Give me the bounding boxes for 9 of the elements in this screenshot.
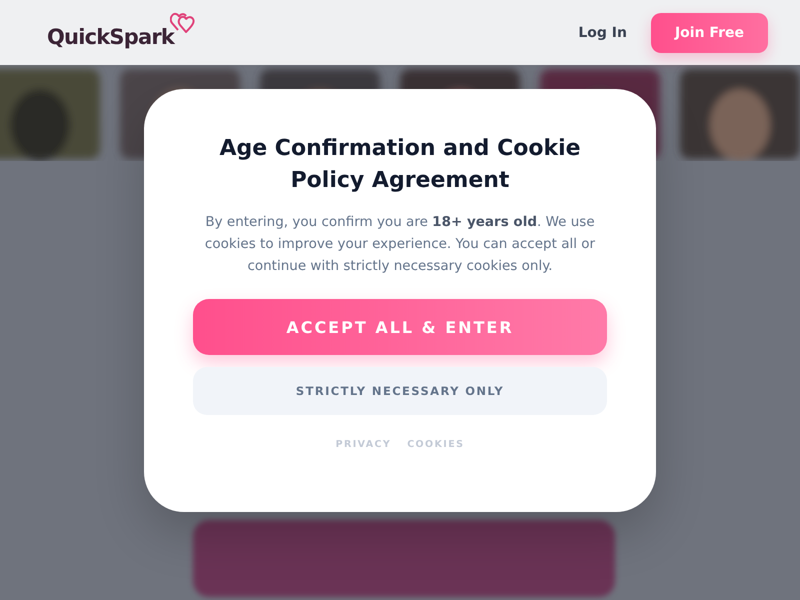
accept-button[interactable]: ACCEPT ALL & ENTER: [193, 299, 607, 355]
footer-link[interactable]: PRIVACY: [336, 439, 392, 450]
join-button[interactable]: Join Free: [650, 12, 768, 52]
modal-text: By entering, you confirm you are 18+ years old. We use cookies to improve your experience. You can accept all or continue with strictly necessary cookies only.: [204, 213, 596, 276]
logo[interactable]: QuickSpark: [47, 24, 174, 50]
footer-link[interactable]: COOKIES: [407, 439, 464, 450]
login-link[interactable]: Log In: [578, 18, 627, 46]
modal-title: Age Confirmation and Cookie Policy Agreement: [218, 135, 582, 195]
necessary-button[interactable]: STRICTLY NECESSARY ONLY: [193, 367, 607, 415]
